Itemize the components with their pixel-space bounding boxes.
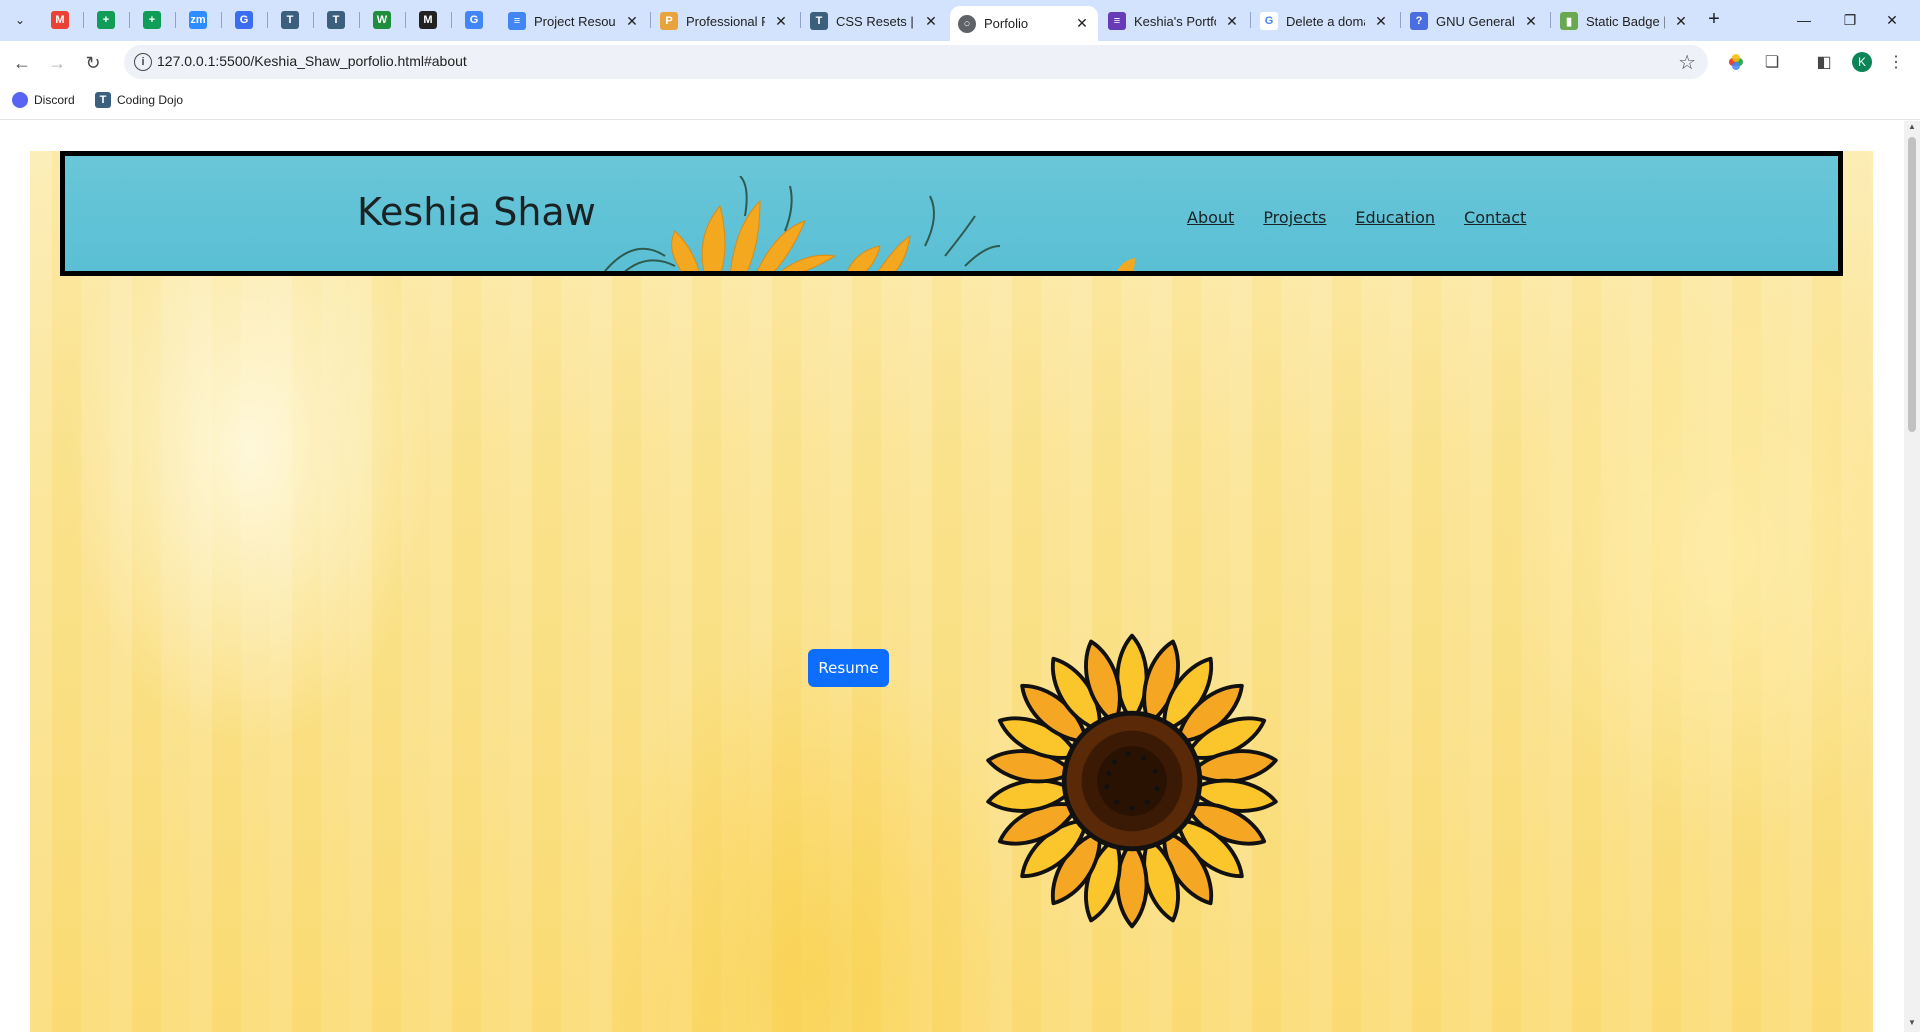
close-icon: ✕: [1886, 11, 1898, 28]
pinned-tab[interactable]: zm: [183, 8, 213, 32]
pinned-tab[interactable]: +: [137, 8, 167, 32]
coding-dojo-icon: T: [281, 11, 299, 29]
close-window-button[interactable]: ✕: [1864, 0, 1920, 40]
forms-icon: ≡: [1108, 12, 1126, 30]
side-panel-icon[interactable]: ◧: [1812, 50, 1836, 74]
close-icon[interactable]: ✕: [1224, 13, 1240, 30]
nav-link-about[interactable]: About: [1187, 208, 1234, 227]
sunflower-petal: [1115, 839, 1149, 929]
site-brand[interactable]: Keshia Shaw: [357, 190, 596, 234]
pinned-tab[interactable]: M: [413, 8, 443, 32]
profile-button[interactable]: K: [1850, 50, 1874, 74]
close-icon[interactable]: ✕: [1673, 13, 1689, 30]
sunflower-illustration: [986, 633, 1278, 929]
page-viewport: Keshia Shaw About Projects Education Con…: [0, 121, 1920, 1032]
pinned-tab[interactable]: W: [367, 8, 397, 32]
coding-dojo-icon: T: [95, 92, 111, 108]
sheets-icon: +: [97, 11, 115, 29]
site-header: Keshia Shaw About Projects Education Con…: [60, 151, 1843, 276]
badge-icon: ▮: [1560, 12, 1578, 30]
tab-project-resources[interactable]: ≡ Project Resour ✕: [500, 6, 648, 36]
bookmark-coding-dojo[interactable]: T Coding Dojo: [95, 92, 183, 108]
nav-link-education[interactable]: Education: [1355, 208, 1435, 227]
avatar: K: [1852, 52, 1872, 72]
pinned-tab[interactable]: T: [321, 8, 351, 32]
close-icon[interactable]: ✕: [923, 13, 939, 30]
extensions-puzzle-icon[interactable]: ❏: [1760, 50, 1784, 74]
tab-portfolio-active[interactable]: ○ Porfolio ✕: [950, 6, 1098, 41]
gmail-icon: M: [51, 11, 69, 29]
google-icon: G: [1260, 12, 1278, 30]
watercolor-background: [30, 151, 1873, 1032]
bookmark-discord[interactable]: Discord: [12, 92, 75, 108]
coding-dojo-icon: T: [327, 11, 345, 29]
back-button[interactable]: ←: [9, 50, 35, 76]
docs-icon: ≡: [508, 12, 526, 30]
tab-gnu-license[interactable]: ? GNU General P ✕: [1402, 6, 1547, 36]
close-icon[interactable]: ✕: [773, 13, 789, 30]
scrollbar-thumb[interactable]: [1908, 137, 1916, 432]
tab-strip: ⌄ M + + zm G T T W M G ≡ Project Resour ✕ P Profe…: [0, 0, 1920, 41]
site-info-icon[interactable]: i: [134, 53, 152, 71]
pinned-tab[interactable]: G: [229, 8, 259, 32]
tab-static-badge[interactable]: ▮ Static Badge | S ✕: [1552, 6, 1697, 36]
question-icon: ?: [1410, 12, 1428, 30]
menu-kebab-icon[interactable]: ⋮: [1884, 50, 1908, 74]
arrow-left-icon: ←: [13, 52, 31, 73]
reload-icon: ↻: [85, 52, 101, 73]
close-icon[interactable]: ✕: [1373, 13, 1389, 30]
sheets-icon: +: [143, 11, 161, 29]
sunflower-petal: [1115, 633, 1149, 723]
bookmark-star-icon[interactable]: ☆: [1678, 50, 1696, 75]
reload-button[interactable]: ↻: [80, 50, 106, 76]
close-icon[interactable]: ✕: [1523, 13, 1539, 30]
word-icon: W: [373, 11, 391, 29]
browser-toolbar: ← → ↻ i 127.0.0.1:5500/Keshia_Shaw_porfo…: [0, 41, 1920, 83]
tab-keshia-portfolio[interactable]: ≡ Keshia's Portfo ✕: [1100, 6, 1248, 36]
pinned-tab[interactable]: T: [275, 8, 305, 32]
nav-link-contact[interactable]: Contact: [1464, 208, 1526, 227]
extension-color-icon[interactable]: [1724, 50, 1748, 74]
page-scrollbar[interactable]: ▲ ▼: [1904, 121, 1920, 1032]
google-icon: G: [465, 11, 483, 29]
close-icon[interactable]: ✕: [1074, 15, 1090, 32]
zoom-icon: zm: [189, 11, 207, 29]
resume-button[interactable]: Resume: [808, 649, 889, 687]
chevron-down-icon: ⌄: [14, 13, 26, 27]
app-icon: P: [660, 12, 678, 30]
new-tab-button[interactable]: +: [1702, 8, 1726, 32]
pinned-tab[interactable]: M: [45, 8, 75, 32]
header-sunflower-image: [604, 176, 1135, 271]
tab-professional[interactable]: P Professional RE ✕: [652, 6, 797, 36]
coding-dojo-icon: T: [810, 12, 828, 30]
minimize-icon: —: [1797, 12, 1811, 28]
pinned-tab[interactable]: +: [91, 8, 121, 32]
close-icon[interactable]: ✕: [624, 13, 640, 30]
restore-icon: ❐: [1843, 11, 1857, 28]
app-icon: G: [235, 11, 253, 29]
main-nav: About Projects Education Contact: [1187, 208, 1526, 227]
forward-button[interactable]: →: [44, 50, 70, 76]
discord-icon: [12, 92, 28, 108]
tab-css-resets[interactable]: T CSS Resets | Po ✕: [802, 6, 947, 36]
bookmarks-bar: Discord T Coding Dojo: [0, 83, 1920, 120]
github-icon: M: [419, 11, 437, 29]
scroll-up-icon[interactable]: ▲: [1904, 122, 1920, 136]
nav-link-projects[interactable]: Projects: [1263, 208, 1326, 227]
globe-icon: ○: [958, 14, 976, 33]
plus-icon: +: [1708, 8, 1720, 30]
tab-search-button[interactable]: ⌄: [8, 8, 32, 32]
scroll-down-icon[interactable]: ▼: [1904, 1018, 1920, 1032]
arrow-right-icon: →: [48, 52, 66, 73]
address-bar[interactable]: i 127.0.0.1:5500/Keshia_Shaw_porfolio.ht…: [124, 45, 1708, 79]
tab-delete-domain[interactable]: G Delete a doma ✕: [1252, 6, 1397, 36]
pinned-tab[interactable]: G: [459, 8, 489, 32]
url-text[interactable]: 127.0.0.1:5500/Keshia_Shaw_porfolio.html…: [157, 53, 467, 69]
